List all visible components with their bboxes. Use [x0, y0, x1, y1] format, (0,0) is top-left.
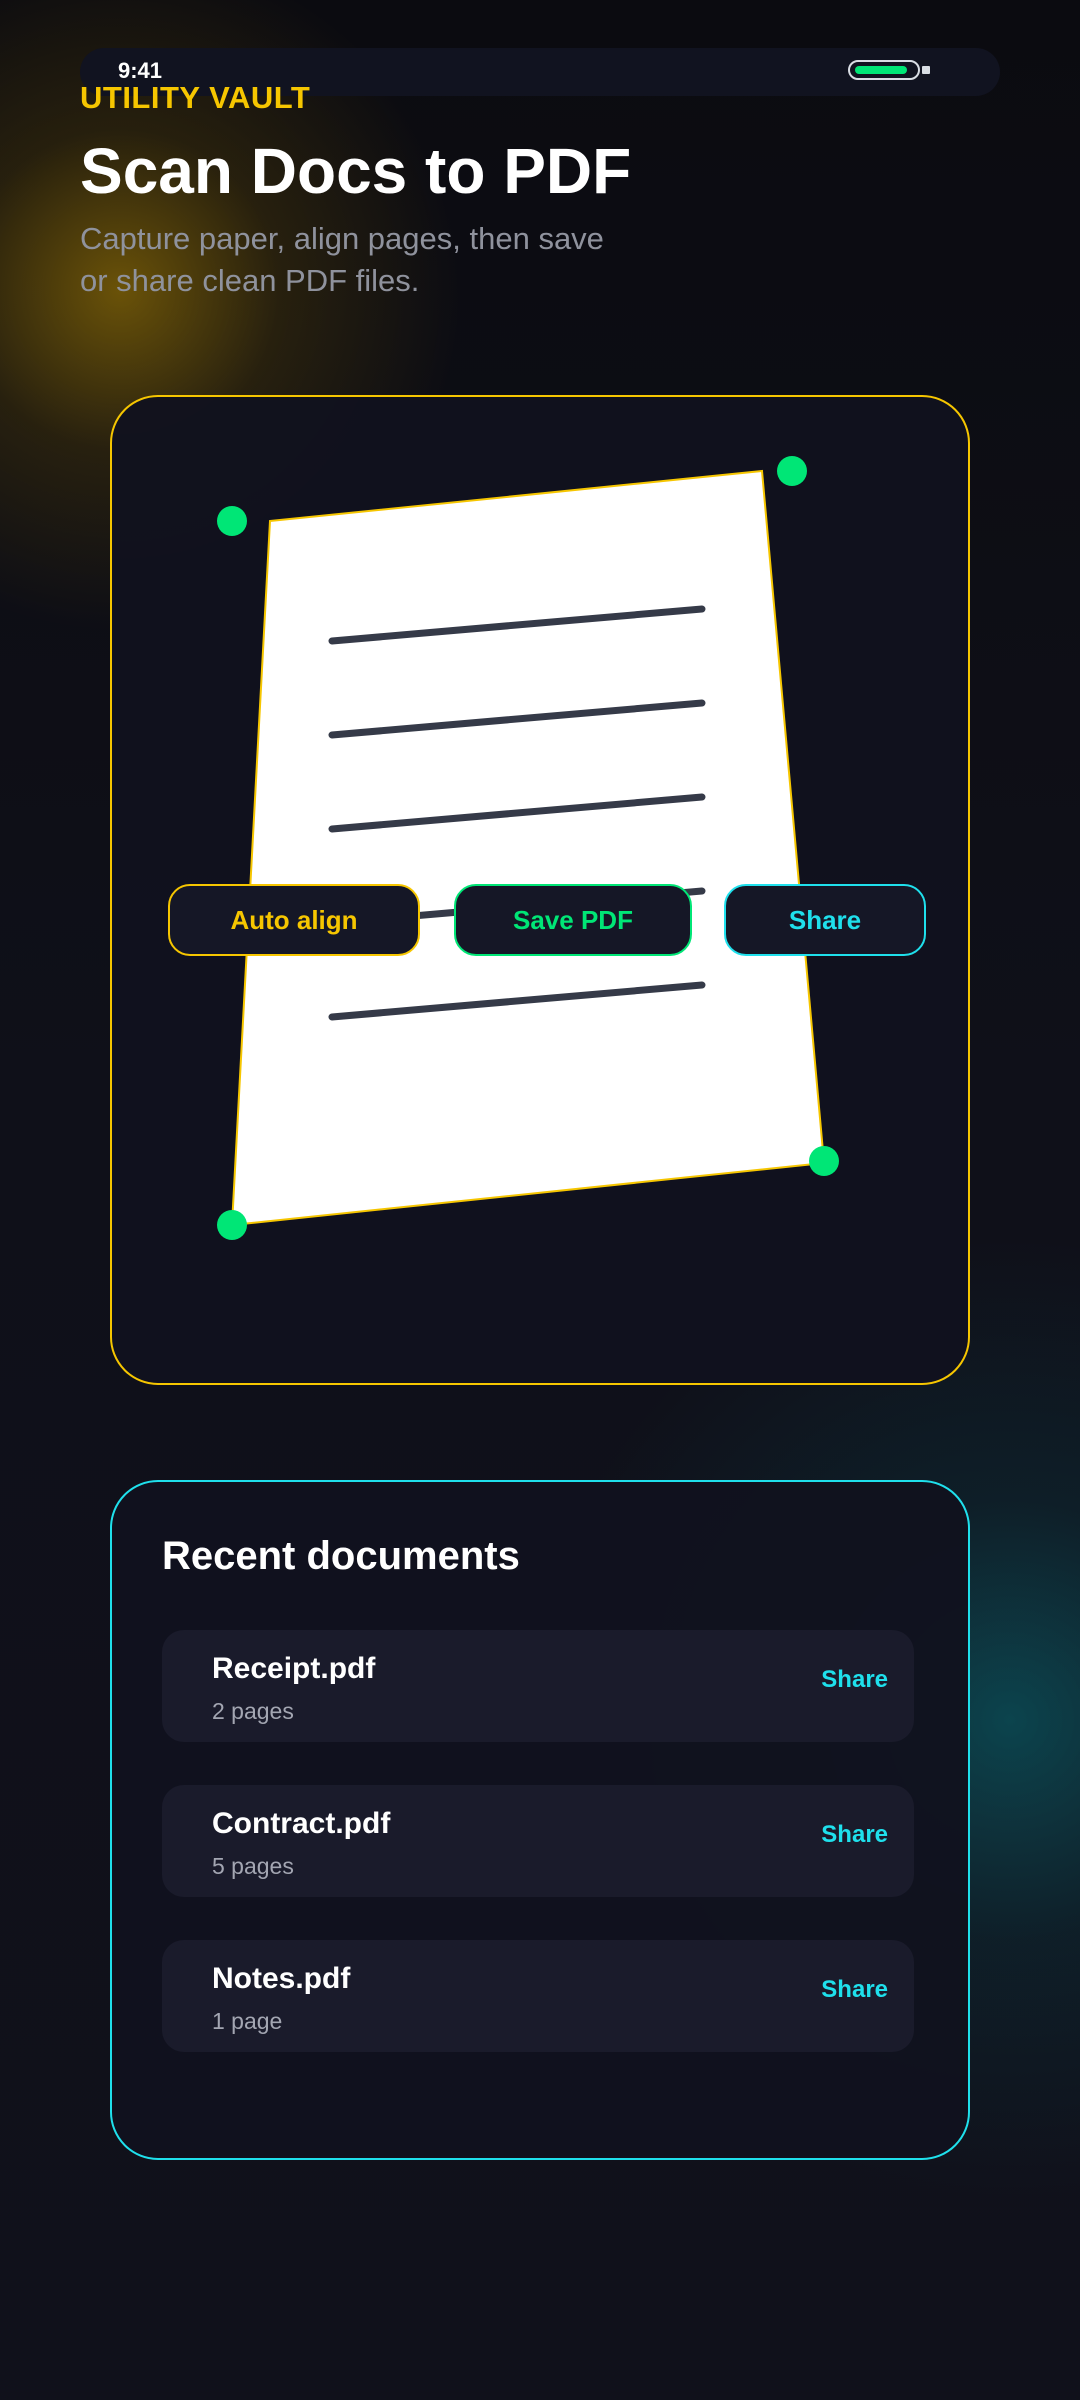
document-row-notes[interactable]: Notes.pdf 1 page Share: [162, 1940, 914, 2052]
document-name: Receipt.pdf: [212, 1652, 376, 1685]
document-page-count: 2 pages: [212, 1698, 294, 1724]
document-share-button[interactable]: Share: [821, 1666, 888, 1694]
corner-handle-top-right[interactable]: [777, 456, 807, 486]
corner-handle-bottom-left[interactable]: [217, 1210, 247, 1240]
recent-documents-card: Recent documents Receipt.pdf 2 pages Sha…: [110, 1480, 970, 2160]
document-name: Contract.pdf: [212, 1807, 391, 1840]
document-page: [230, 469, 826, 1227]
app-screen: 9:41 UTILITY VAULT Scan Docs to PDF Capt…: [0, 0, 1080, 2400]
document-share-button[interactable]: Share: [821, 1976, 888, 2004]
document-page-count: 1 page: [212, 2008, 283, 2034]
document-name: Notes.pdf: [212, 1962, 351, 1995]
corner-handle-bottom-right[interactable]: [809, 1146, 839, 1176]
corner-handle-top-left[interactable]: [217, 506, 247, 536]
document-row-contract[interactable]: Contract.pdf 5 pages Share: [162, 1785, 914, 1897]
page-title: Scan Docs to PDF: [80, 135, 632, 207]
auto-align-button[interactable]: Auto align: [168, 884, 420, 956]
battery-icon: [848, 60, 930, 80]
recent-documents-title: Recent documents: [162, 1534, 520, 1578]
battery-cap: [922, 66, 930, 74]
document-share-button[interactable]: Share: [821, 1821, 888, 1849]
app-eyebrow: UTILITY VAULT: [80, 80, 311, 115]
document-row-receipt[interactable]: Receipt.pdf 2 pages Share: [162, 1630, 914, 1742]
page-subtitle: Capture paper, align pages, then save or…: [80, 221, 604, 298]
share-button[interactable]: Share: [724, 884, 926, 956]
document-page-count: 5 pages: [212, 1853, 294, 1879]
save-pdf-button[interactable]: Save PDF: [454, 884, 692, 956]
battery-level-fill: [855, 66, 907, 74]
